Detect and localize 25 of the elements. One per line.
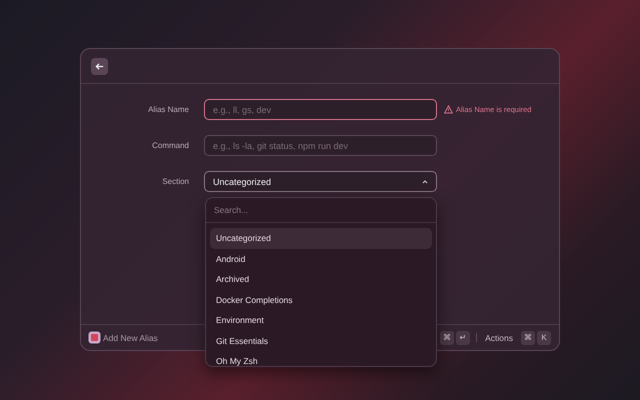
search-field[interactable]: Search... <box>206 198 436 223</box>
back-button[interactable] <box>91 58 108 74</box>
shortcut-key: K <box>537 330 551 344</box>
back-arrow-icon <box>95 62 104 70</box>
field-label: Alias Name <box>147 105 189 114</box>
shortcut-key: ⌘ <box>521 330 535 344</box>
field-label: Section <box>161 177 189 186</box>
dropdown-item[interactable]: Uncategorized <box>210 228 432 248</box>
text-input-field[interactable]: e.g., ll, gs, dev <box>204 99 437 120</box>
text-input-field[interactable]: e.g., ls -la, git status, npm run dev <box>204 135 437 156</box>
footer-title: Add New Alias <box>103 332 158 342</box>
section-select[interactable]: Uncategorized <box>204 171 437 192</box>
actions-button[interactable]: Actions <box>483 332 515 342</box>
chevron-icon <box>422 180 428 184</box>
shortcut-key: ⌘ <box>440 330 454 344</box>
dropdown-item[interactable]: Android <box>210 248 432 269</box>
dropdown-item[interactable]: Docker Completions <box>210 290 432 310</box>
dropdown-item[interactable]: Oh My Zsh <box>210 351 432 366</box>
field-label: Command <box>151 141 189 150</box>
app-icon <box>88 331 101 344</box>
warning-icon <box>444 105 453 114</box>
dropdown-item[interactable]: Git Essentials <box>210 330 432 351</box>
dropdown-item[interactable]: Environment <box>210 310 432 330</box>
shortcut-key: ↵ <box>456 330 470 344</box>
dropdown-item[interactable]: Archived <box>210 269 432 290</box>
